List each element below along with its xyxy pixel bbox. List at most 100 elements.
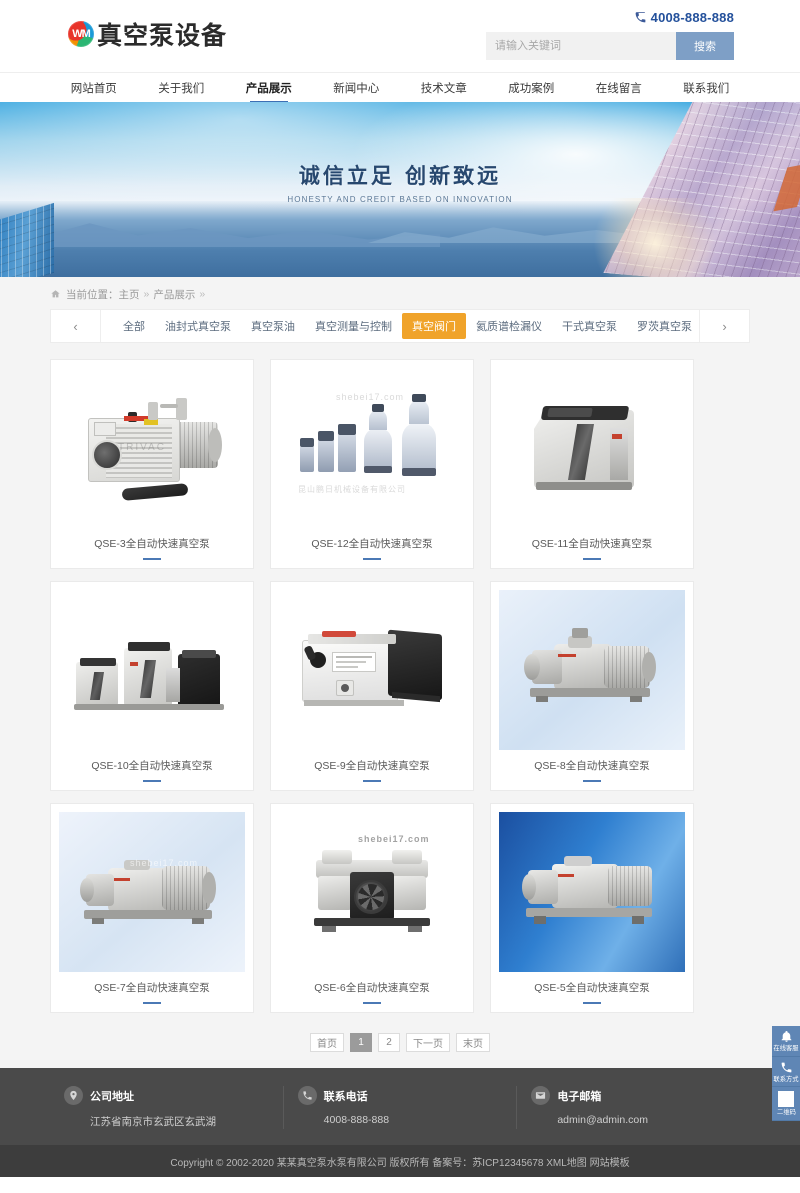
product-title: QSE-6全自动快速真空泵 [314, 982, 430, 994]
category-list: 全部 油封式真空泵 真空泵油 真空测量与控制 真空阀门 氦质谱检漏仪 干式真空泵… [101, 310, 699, 342]
footer-column-email: 电子邮箱 admin@admin.com [516, 1086, 750, 1129]
product-card[interactable]: QSE-8全自动快速真空泵 [490, 581, 694, 791]
breadcrumb-separator-1: » [143, 288, 150, 300]
location-pin-icon [64, 1086, 83, 1105]
search-box: 搜索 [486, 32, 734, 60]
product-underline [583, 1002, 601, 1004]
banner-subtitle: HONESTY AND CREDIT BASED ON INNOVATION [287, 195, 513, 204]
pagination-last[interactable]: 末页 [456, 1033, 490, 1052]
product-card[interactable]: QSE-5全自动快速真空泵 [490, 803, 694, 1013]
product-watermark: shebei17.com [336, 392, 405, 402]
breadcrumb-separator-2: » [199, 288, 206, 300]
category-prev-arrow[interactable]: ‹ [51, 310, 101, 342]
category-item-leak[interactable]: 氦质谱检漏仪 [466, 313, 552, 339]
pagination-page-2[interactable]: 2 [378, 1033, 400, 1052]
main-content: 当前位置： 主页 » 产品展示 » ‹ 全部 油封式真空泵 真空泵油 真空测量与… [0, 277, 800, 1068]
product-image [279, 590, 465, 750]
search-input[interactable] [486, 32, 676, 60]
breadcrumb-home-link[interactable]: 主页 [119, 287, 140, 302]
footer-value: 江苏省南京市玄武区玄武湖 [90, 1116, 216, 1128]
product-underline [363, 558, 381, 560]
category-item-valve[interactable]: 真空阀门 [402, 313, 466, 339]
footer-column-address: 公司地址 江苏省南京市玄武区玄武湖 [50, 1086, 283, 1129]
page-root: 真空泵设备 4008-888-888 搜索 网站首页 关于我们 [0, 0, 800, 1177]
nav-item-about[interactable]: 关于我们 [138, 73, 226, 103]
pagination-next[interactable]: 下一页 [406, 1033, 450, 1052]
qrcode-icon [778, 1091, 794, 1108]
wm-logo-icon [68, 21, 94, 47]
product-image [499, 812, 685, 972]
category-item-roots[interactable]: 罗茨真空泵 [627, 313, 699, 339]
nav-item-cases[interactable]: 成功案例 [488, 73, 576, 103]
product-title: QSE-9全自动快速真空泵 [314, 760, 430, 772]
nav-item-message[interactable]: 在线留言 [575, 73, 663, 103]
product-image: shebei17.com [279, 812, 465, 972]
envelope-icon [531, 1086, 551, 1105]
nav-item-products[interactable]: 产品展示 [225, 73, 313, 103]
phone-number: 4008-888-888 [650, 9, 734, 25]
product-image: shebei17.com [59, 812, 245, 972]
product-watermark: shebei17.com [130, 858, 199, 868]
product-grid: TRIVAC QSE-3全自动快速真空泵 shebei17.com 昆山鹏日机械… [50, 359, 750, 1013]
product-title: QSE-5全自动快速真空泵 [534, 982, 650, 994]
category-item-dry-pump[interactable]: 干式真空泵 [552, 313, 627, 339]
category-item-oil-seal[interactable]: 油封式真空泵 [155, 313, 241, 339]
nav-item-articles[interactable]: 技术文章 [400, 73, 488, 103]
product-title: QSE-7全自动快速真空泵 [94, 982, 210, 994]
nav-item-home[interactable]: 网站首页 [50, 73, 138, 103]
product-underline [583, 780, 601, 782]
side-item-label: 联系方式 [773, 1076, 799, 1083]
pagination-first[interactable]: 首页 [310, 1033, 344, 1052]
bell-icon [781, 1030, 791, 1042]
product-card[interactable]: shebei17.com QSE-6全自动快速真空泵 [270, 803, 474, 1013]
product-underline [363, 1002, 381, 1004]
search-button[interactable]: 搜索 [676, 32, 734, 60]
product-card[interactable]: QSE-9全自动快速真空泵 [270, 581, 474, 791]
side-item-contact[interactable]: 联系方式 [772, 1056, 800, 1088]
breadcrumb-label: 当前位置： [66, 288, 119, 301]
footer-title: 联系电话 [323, 1090, 368, 1103]
footer-title: 电子邮箱 [557, 1090, 602, 1103]
banner-sun-glow [580, 198, 730, 277]
nav-item-news[interactable]: 新闻中心 [313, 73, 401, 103]
site-header: 真空泵设备 4008-888-888 搜索 [0, 0, 800, 72]
category-next-arrow[interactable]: › [699, 310, 749, 342]
product-underline [363, 780, 381, 782]
product-title: QSE-10全自动快速真空泵 [91, 760, 213, 772]
breadcrumb-current-link[interactable]: 产品展示 [153, 287, 195, 302]
pagination-page-1[interactable]: 1 [350, 1033, 372, 1052]
category-item-measure[interactable]: 真空测量与控制 [305, 313, 402, 339]
header-phone: 4008-888-888 [486, 8, 734, 26]
phone-icon [297, 1086, 317, 1105]
side-item-customer-service[interactable]: 在线客服 [772, 1026, 800, 1057]
category-filter-bar: ‹ 全部 油封式真空泵 真空泵油 真空测量与控制 真空阀门 氦质谱检漏仪 干式真… [50, 309, 750, 343]
product-title: QSE-12全自动快速真空泵 [311, 538, 433, 550]
footer-value: admin@admin.com [557, 1114, 648, 1126]
logo-text: 真空泵设备 [97, 21, 228, 50]
product-title: QSE-8全自动快速真空泵 [534, 760, 650, 772]
product-underline [583, 558, 601, 560]
banner-copy: 诚信立足 创新致远 HONESTY AND CREDIT BASED ON IN… [0, 160, 800, 204]
pagination: 首页 1 2 下一页 末页 [50, 1033, 750, 1052]
product-watermark: shebei17.com [358, 834, 430, 844]
product-image: shebei17.com 昆山鹏日机械设备有限公司 [279, 368, 465, 528]
product-watermark: 昆山鹏日机械设备有限公司 [298, 485, 406, 494]
copyright-bar: Copyright © 2002-2020 某某真空泵水泵有限公司 版权所有 备… [0, 1145, 800, 1177]
category-item-pump-oil[interactable]: 真空泵油 [241, 313, 305, 339]
product-card[interactable]: shebei17.com 昆山鹏日机械设备有限公司 QSE-12全自动快速真空泵 [270, 359, 474, 569]
nav-item-contact[interactable]: 联系我们 [663, 73, 751, 103]
product-card[interactable]: shebei17.com QSE-7全自动快速真空泵 [50, 803, 254, 1013]
product-card[interactable]: QSE-11全自动快速真空泵 [490, 359, 694, 569]
product-underline [143, 780, 161, 782]
category-item-all[interactable]: 全部 [113, 313, 155, 339]
product-card[interactable]: TRIVAC QSE-3全自动快速真空泵 [50, 359, 254, 569]
main-navigation: 网站首页 关于我们 产品展示 新闻中心 技术文章 成功案例 在线留言 联系我们 [0, 72, 800, 102]
footer-value: 4008-888-888 [323, 1114, 390, 1126]
product-card[interactable]: QSE-10全自动快速真空泵 [50, 581, 254, 791]
site-footer: 公司地址 江苏省南京市玄武区玄武湖 联系电话 4008-888-888 电子邮箱… [0, 1068, 800, 1145]
product-title: QSE-3全自动快速真空泵 [94, 538, 210, 550]
site-logo[interactable]: 真空泵设备 [68, 16, 227, 52]
side-item-qrcode[interactable]: 二维码 [772, 1087, 800, 1122]
phone-icon [635, 11, 646, 22]
footer-column-phone: 联系电话 4008-888-888 [282, 1086, 517, 1129]
